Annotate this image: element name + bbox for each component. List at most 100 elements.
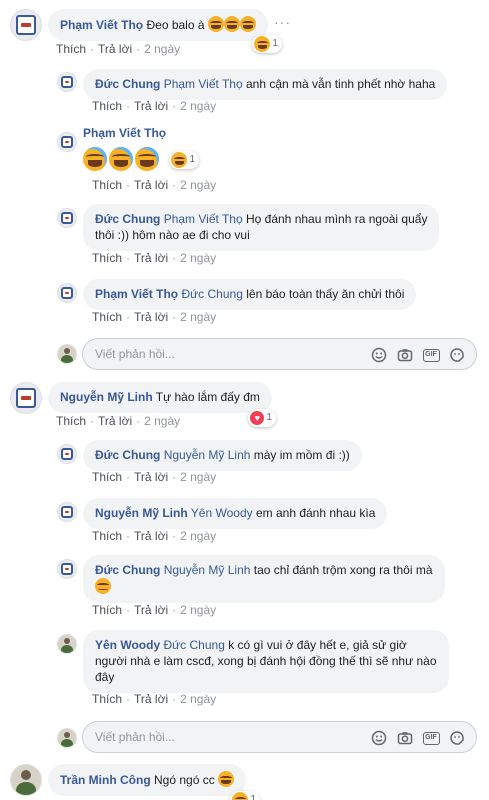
tagged-user[interactable]: Yên Woody	[191, 506, 253, 520]
comment-top-1: Phạm Viết Thọ Đeo balo à 1	[10, 9, 282, 53]
smiley-icon[interactable]	[370, 346, 388, 364]
avatar[interactable]	[57, 72, 77, 92]
avatar[interactable]	[57, 634, 77, 654]
reply-comment: Yên Woody Đức Chung k có gì vui ở đây hế…	[57, 630, 449, 693]
gif-icon[interactable]: GIF	[422, 729, 440, 747]
comment-author[interactable]: Nguyễn Mỹ Linh	[60, 390, 153, 404]
comment-text: Ngó ngó cc	[154, 773, 215, 787]
timestamp[interactable]: 2 ngày	[180, 310, 216, 324]
comment-author[interactable]: Trần Minh Công	[60, 773, 151, 787]
comment-text: anh cận mà vẫn tinh phết nhờ haha	[245, 77, 436, 91]
reply-placeholder: Viết phản hồi...	[95, 730, 175, 744]
reply-link[interactable]: Trả lời	[134, 251, 168, 265]
like-link[interactable]: Thích	[92, 99, 122, 113]
reply-link[interactable]: Trả lời	[134, 470, 168, 484]
reply-input[interactable]: Viết phản hồi... GIF	[82, 721, 477, 753]
like-link[interactable]: Thích	[92, 603, 122, 617]
comment-bubble: Yên Woody Đức Chung k có gì vui ở đây hế…	[83, 630, 449, 693]
like-link[interactable]: Thích	[92, 470, 122, 484]
reply-comment: Đức Chung Phạm Viết Thọ Họ đánh nhau mìn…	[57, 204, 440, 251]
smiley-icon[interactable]	[370, 729, 388, 747]
comment-author[interactable]: Nguyễn Mỹ Linh	[95, 506, 188, 520]
gif-icon[interactable]: GIF	[422, 346, 440, 364]
comment-text: lên báo toàn thấy ăn chửi thôi	[246, 287, 405, 301]
camera-icon[interactable]	[396, 346, 414, 364]
comment-actions: Thích · Trả lời · 2 ngày	[92, 178, 217, 192]
comment-text: Họ đánh nhau mình ra ngoài quẩy	[245, 212, 428, 226]
avatar[interactable]	[57, 444, 77, 464]
reply-link[interactable]: Trả lời	[98, 42, 132, 56]
tagged-user[interactable]: Nguyễn Mỹ Linh	[164, 448, 251, 462]
comment-text: Đeo balo à	[146, 18, 205, 32]
reply-link[interactable]: Trả lời	[98, 414, 132, 428]
avatar[interactable]	[57, 283, 77, 303]
avatar[interactable]	[57, 559, 77, 579]
timestamp[interactable]: 2 ngày	[144, 414, 180, 428]
sticker-icon[interactable]	[448, 346, 466, 364]
camera-icon[interactable]	[396, 729, 414, 747]
haha-reaction-icon	[232, 792, 249, 800]
comment-actions: Thích · Trả lời · 2 ngày	[92, 251, 217, 265]
timestamp[interactable]: 2 ngày	[180, 99, 216, 113]
timestamp[interactable]: 2 ngày	[180, 529, 216, 543]
avatar[interactable]	[57, 132, 77, 152]
comment-author[interactable]: Đức Chung	[95, 77, 160, 91]
avatar[interactable]	[57, 502, 77, 522]
reply-placeholder: Viết phản hồi...	[95, 347, 175, 361]
comment-author[interactable]: Phạm Viết Thọ	[60, 18, 143, 32]
reply-link[interactable]: Trả lời	[134, 692, 168, 706]
timestamp[interactable]: 2 ngày	[180, 178, 216, 192]
haha-reaction-icon	[171, 152, 188, 168]
comment-author[interactable]: Yên Woody	[95, 638, 160, 652]
comment-author[interactable]: Đức Chung	[95, 563, 160, 577]
reply-link[interactable]: Trả lời	[134, 178, 168, 192]
tagged-user[interactable]: Phạm Viết Thọ	[164, 77, 243, 91]
more-options-icon[interactable]: ···	[274, 14, 291, 30]
avatar[interactable]	[10, 764, 42, 796]
reaction-count[interactable]: 1	[252, 35, 282, 53]
like-link[interactable]: Thích	[56, 414, 86, 428]
comment-author[interactable]: Phạm Viết Thọ	[95, 287, 178, 301]
tagged-user[interactable]: Nguyễn Mỹ Linh	[164, 563, 251, 577]
tagged-user[interactable]: Đức Chung	[163, 638, 224, 652]
tagged-user[interactable]: Đức Chung	[181, 287, 242, 301]
comment-author[interactable]: Đức Chung	[95, 212, 160, 226]
tagged-user[interactable]: Phạm Viết Thọ	[164, 212, 243, 226]
comment-bubble: Phạm Viết Thọ Đeo balo à 1	[48, 9, 282, 53]
reply-link[interactable]: Trả lời	[134, 310, 168, 324]
comment-text: người nhà e làm cscđ, xong bị đánh hội đ…	[95, 654, 437, 668]
sticker-icon[interactable]	[448, 729, 466, 747]
reaction-count[interactable]: 1	[230, 791, 261, 800]
comment-bubble: Phạm Viết Thọ 1	[83, 125, 199, 171]
reaction-count[interactable]: 1	[169, 151, 199, 169]
reply-link[interactable]: Trả lời	[134, 603, 168, 617]
reply-input[interactable]: Viết phản hồi... GIF	[82, 338, 477, 370]
avatar[interactable]	[10, 382, 42, 414]
reaction-count[interactable]: ♥ 1	[248, 409, 276, 427]
like-link[interactable]: Thích	[92, 310, 122, 324]
laughing-emoji-icon	[207, 16, 224, 32]
timestamp[interactable]: 2 ngày	[144, 42, 180, 56]
reply-link[interactable]: Trả lời	[134, 529, 168, 543]
avatar[interactable]	[10, 9, 42, 41]
like-link[interactable]: Thích	[92, 251, 122, 265]
timestamp[interactable]: 2 ngày	[180, 692, 216, 706]
reply-link[interactable]: Trả lời	[134, 99, 168, 113]
current-user-avatar	[57, 344, 77, 364]
like-link[interactable]: Thích	[92, 692, 122, 706]
comment-author[interactable]: Đức Chung	[95, 448, 160, 462]
timestamp[interactable]: 2 ngày	[180, 251, 216, 265]
avatar[interactable]	[57, 208, 77, 228]
comment-author[interactable]: Phạm Viết Thọ	[83, 126, 166, 140]
like-link[interactable]: Thích	[56, 42, 86, 56]
timestamp[interactable]: 2 ngày	[180, 603, 216, 617]
like-link[interactable]: Thích	[92, 178, 122, 192]
comment-bubble: Nguyễn Mỹ Linh Yên Woody em anh đánh nha…	[83, 498, 388, 529]
comment-actions: Thích · Trả lời · 2 ngày	[92, 470, 217, 484]
like-link[interactable]: Thích	[92, 529, 122, 543]
laughing-emoji-icon	[83, 147, 107, 171]
comment-bubble: Trần Minh Công Ngó ngó cc 1	[48, 764, 261, 800]
comment-text: k có gì vui ở đây hết e, giả sử giờ	[228, 638, 407, 652]
timestamp[interactable]: 2 ngày	[180, 470, 216, 484]
comment-text: thôi :)) hôm nào ae đi cho vui	[95, 228, 250, 242]
